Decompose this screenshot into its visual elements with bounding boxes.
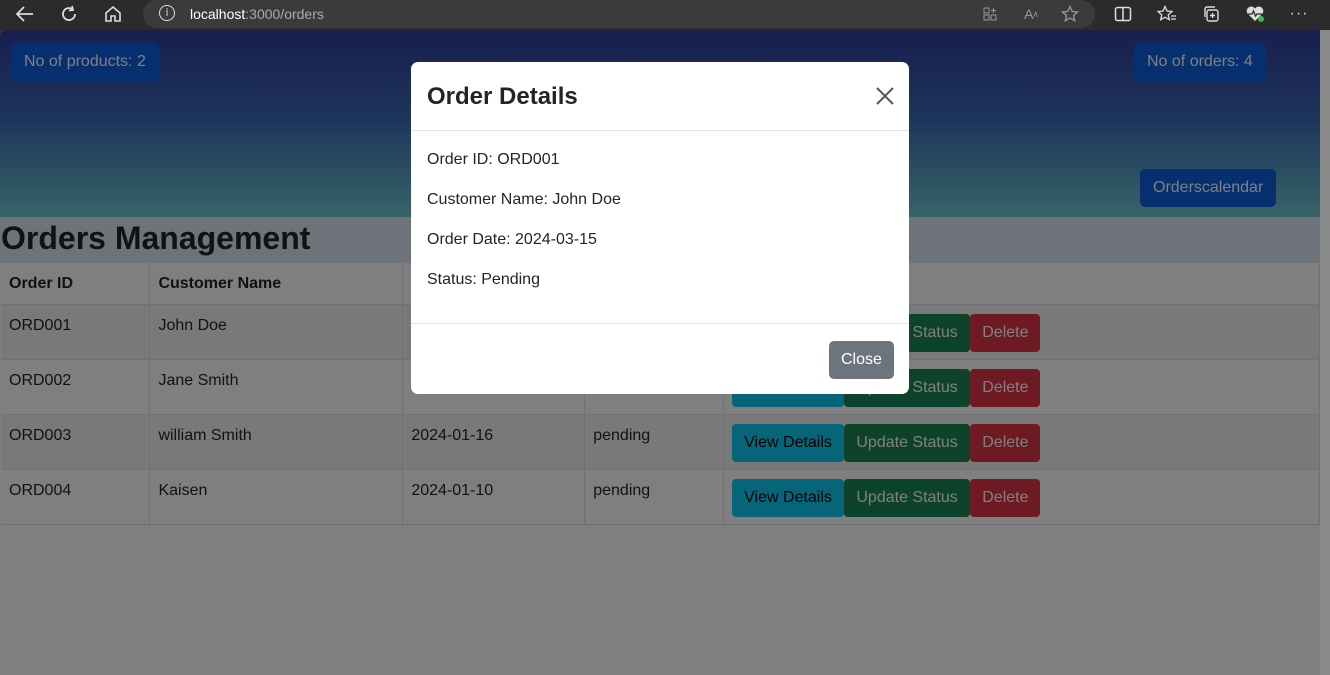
customer-name-detail: Customer Name: John Doe	[427, 191, 621, 208]
more-options-icon[interactable]: ···	[1288, 4, 1310, 24]
close-button[interactable]: Close	[829, 341, 894, 379]
browser-toolbar: i localhost:3000/orders Aʌ ···	[0, 0, 1330, 28]
status-detail: Status: Pending	[427, 271, 540, 288]
refresh-icon[interactable]	[57, 3, 81, 25]
favorite-star-icon[interactable]	[1059, 4, 1081, 24]
split-screen-icon[interactable]	[1112, 4, 1134, 24]
back-icon[interactable]	[13, 3, 37, 25]
url-text: localhost:3000/orders	[190, 6, 324, 22]
collections-icon[interactable]	[1200, 4, 1222, 24]
order-id-detail: Order ID: ORD001	[427, 151, 560, 168]
close-icon[interactable]	[873, 84, 897, 108]
modal-header: Order Details	[411, 62, 909, 131]
favorites-icon[interactable]	[1156, 4, 1178, 24]
app-available-icon[interactable]	[979, 4, 1001, 24]
modal-footer: Close	[411, 323, 909, 394]
read-aloud-icon[interactable]: Aʌ	[1020, 4, 1042, 24]
page-viewport: No of products: 2 No of orders: 4 Orders…	[0, 30, 1320, 675]
scrollbar[interactable]	[1320, 30, 1330, 675]
site-info-icon[interactable]: i	[159, 5, 175, 21]
order-date-detail: Order Date: 2024-03-15	[427, 231, 597, 248]
modal-title: Order Details	[427, 83, 578, 110]
order-details-modal: Order Details Order ID: ORD001 Customer …	[411, 62, 909, 394]
address-bar[interactable]: i localhost:3000/orders Aʌ	[143, 0, 1095, 28]
modal-body: Order ID: ORD001 Customer Name: John Doe…	[427, 150, 621, 310]
home-icon[interactable]	[101, 3, 125, 25]
browser-essentials-icon[interactable]	[1244, 4, 1266, 24]
